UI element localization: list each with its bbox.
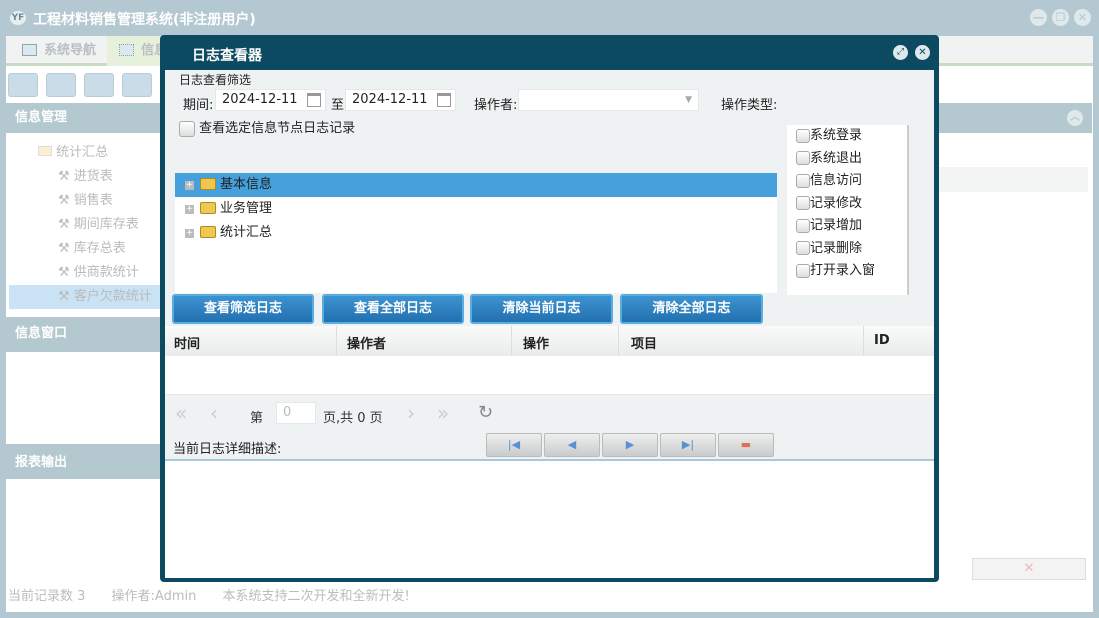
- optype-option[interactable]: 系统退出: [787, 148, 907, 171]
- restore-button[interactable]: ❐: [1052, 9, 1069, 26]
- col-item[interactable]: 项目: [631, 333, 657, 352]
- right-panel-header: ︿: [938, 103, 1092, 133]
- search-icon[interactable]: [8, 73, 38, 97]
- tab-info[interactable]: 信息: [107, 36, 167, 66]
- folder-icon: [200, 202, 216, 214]
- document-icon[interactable]: [84, 73, 114, 97]
- maximize-icon[interactable]: ⤢: [893, 45, 908, 60]
- next-page-icon[interactable]: ›: [407, 401, 415, 425]
- close-button[interactable]: ✕: [1074, 9, 1091, 26]
- tree-item[interactable]: ⚒ 供商款统计: [18, 261, 161, 285]
- optype-option[interactable]: 记录删除: [787, 238, 907, 261]
- col-id[interactable]: ID: [874, 333, 890, 348]
- page-suffix: 页,共 0 页: [323, 411, 383, 426]
- next-record-button[interactable]: ▶: [602, 433, 658, 457]
- detail-label: 当前日志详细描述:: [173, 442, 282, 457]
- last-record-button[interactable]: ▶|: [660, 433, 716, 457]
- optype-option[interactable]: 信息访问: [787, 170, 907, 193]
- operator-select[interactable]: ▼: [518, 89, 699, 111]
- app-logo: YF: [10, 11, 26, 25]
- tree-item[interactable]: ⚒ 进货表: [18, 165, 161, 189]
- period-label: 期间:: [183, 98, 214, 113]
- refresh-icon[interactable]: ↻: [478, 402, 493, 423]
- optype-label: 操作类型:: [721, 98, 778, 113]
- prev-record-button[interactable]: ◀: [544, 433, 600, 457]
- dialog-body: 日志查看筛选 期间: 2024-12-11 至 2024-12-11 操作者: …: [165, 70, 934, 578]
- operator-label: 操作者:: [474, 98, 518, 113]
- right-grid-header: [938, 167, 1088, 192]
- page-input[interactable]: 0: [276, 402, 316, 424]
- optype-option[interactable]: 记录增加: [787, 215, 907, 238]
- view-filtered-log-button[interactable]: 查看筛选日志: [172, 294, 314, 324]
- list-icon[interactable]: [46, 73, 76, 97]
- tree-item[interactable]: ⚒ 期间库存表: [18, 213, 161, 237]
- info-node-tree: + 基本信息 + 业务管理 + 统计汇总: [175, 173, 777, 293]
- left-tree: 统计汇总 ⚒ 进货表 ⚒ 销售表 ⚒ 期间库存表 ⚒ 库存总表 ⚒ 供商款统计 …: [9, 141, 161, 309]
- log-grid-header: 时间 操作者 操作 项目 ID: [165, 326, 934, 356]
- first-page-icon[interactable]: «: [175, 401, 187, 425]
- date-from-input[interactable]: 2024-12-11: [215, 89, 326, 111]
- optype-option[interactable]: 系统登录: [787, 125, 907, 148]
- prev-page-icon[interactable]: ‹: [210, 401, 218, 425]
- record-count: 当前记录数 3: [8, 589, 86, 604]
- to-label: 至: [331, 98, 345, 113]
- tree-item[interactable]: 统计汇总: [18, 141, 161, 165]
- monitor-icon: [22, 44, 37, 56]
- delete-record-button[interactable]: ▬: [718, 433, 774, 457]
- close-icon[interactable]: ✕: [915, 45, 930, 60]
- first-record-button[interactable]: |◀: [486, 433, 542, 457]
- tree-item[interactable]: ⚒ 库存总表: [18, 237, 161, 261]
- dialog-title: 日志查看器: [192, 48, 262, 64]
- title-bar: YF 工程材料销售管理系统(非注册用户) — ❐ ✕: [0, 0, 1099, 36]
- folder-icon: [200, 178, 216, 190]
- date-to-input[interactable]: 2024-12-11: [345, 89, 456, 111]
- tree-item-selected[interactable]: ⚒ 客户欠款统计: [9, 285, 161, 309]
- window-title: 工程材料销售管理系统(非注册用户): [33, 12, 256, 28]
- page-prefix: 第: [250, 411, 264, 426]
- view-all-log-button[interactable]: 查看全部日志: [322, 294, 464, 324]
- tree-node[interactable]: + 基本信息: [175, 173, 777, 197]
- status-bar: 当前记录数 3 操作者:Admin 本系统支持二次开发和全新开发!: [8, 585, 410, 604]
- tab-system-nav[interactable]: 系统导航: [10, 36, 106, 66]
- calendar-icon[interactable]: [437, 93, 451, 107]
- col-operator[interactable]: 操作者: [347, 333, 386, 352]
- log-viewer-dialog: 日志查看器 ⤢ ✕ 日志查看筛选 期间: 2024-12-11 至 2024-1…: [160, 35, 939, 582]
- log-grid-body: [165, 356, 934, 395]
- node-log-checkbox[interactable]: 查看选定信息节点日志记录: [179, 117, 355, 137]
- user-icon[interactable]: [122, 73, 152, 97]
- operator-status: 操作者:Admin: [111, 589, 197, 604]
- grid-icon: [119, 44, 134, 56]
- optype-option[interactable]: 记录修改: [787, 193, 907, 216]
- delete-button[interactable]: ✕: [972, 558, 1086, 580]
- col-action[interactable]: 操作: [523, 333, 549, 352]
- tree-node[interactable]: + 统计汇总: [175, 221, 777, 245]
- panel-report-header[interactable]: 报表输出: [6, 444, 161, 479]
- tree-item[interactable]: ⚒ 销售表: [18, 189, 161, 213]
- detail-textarea[interactable]: [165, 459, 934, 578]
- col-time[interactable]: 时间: [174, 333, 200, 352]
- optype-option[interactable]: 打开录入窗: [787, 260, 907, 283]
- tree-node[interactable]: + 业务管理: [175, 197, 777, 221]
- collapse-icon[interactable]: ︿: [1067, 110, 1083, 126]
- panel-info-manage-header[interactable]: 信息管理: [6, 103, 161, 133]
- filter-title: 日志查看筛选: [179, 73, 252, 87]
- panel-info-window-header[interactable]: 信息窗口: [6, 317, 161, 352]
- notice-text: 本系统支持二次开发和全新开发!: [222, 589, 410, 604]
- last-page-icon[interactable]: »: [437, 401, 449, 425]
- tab-label: 系统导航: [44, 43, 97, 58]
- folder-icon: [200, 226, 216, 238]
- calendar-icon[interactable]: [307, 93, 321, 107]
- chevron-down-icon: ▼: [685, 95, 692, 105]
- optype-list: 系统登录 系统退出 信息访问 记录修改 记录增加 记录删除 打开录入窗: [787, 125, 909, 295]
- pager: « ‹ 第 0 页,共 0 页 › » ↻: [165, 395, 934, 433]
- minimize-button[interactable]: —: [1030, 9, 1047, 26]
- clear-current-log-button[interactable]: 清除当前日志: [470, 294, 613, 324]
- clear-all-log-button[interactable]: 清除全部日志: [620, 294, 763, 324]
